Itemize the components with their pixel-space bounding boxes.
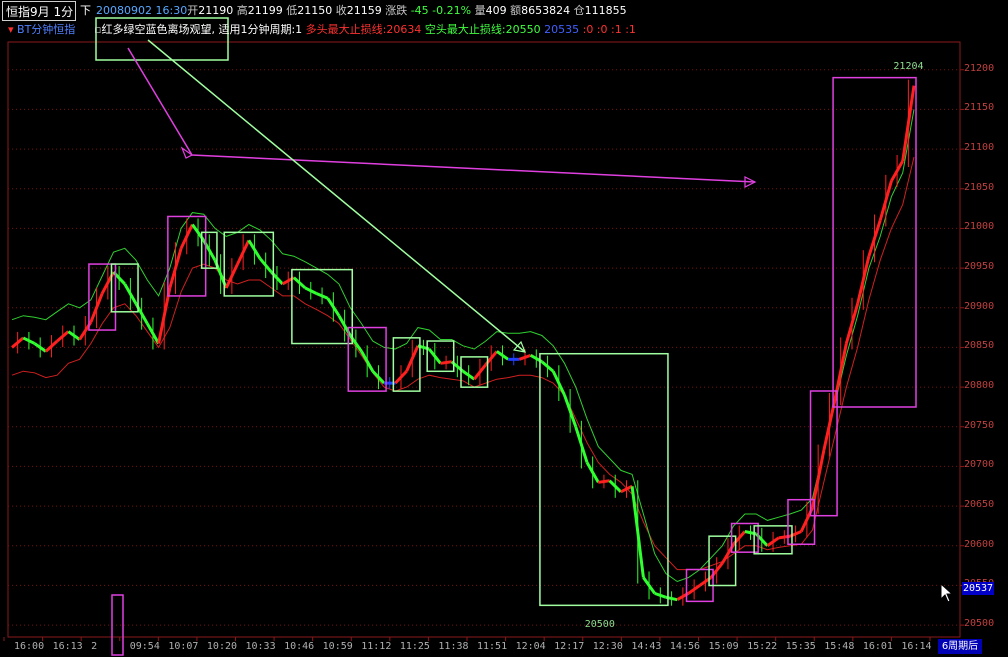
indicator-marker-icon: ▾ bbox=[8, 23, 14, 36]
marker-box bbox=[111, 594, 124, 656]
open-value: 21190 bbox=[198, 4, 234, 17]
short-region-box bbox=[291, 268, 353, 345]
change-pct: -0.21% bbox=[432, 4, 472, 17]
volume-value: 409 bbox=[485, 4, 507, 17]
x-tick-label: 16:00 bbox=[14, 641, 45, 652]
y-tick-label: 20750 bbox=[964, 419, 995, 431]
y-tick-label: 20800 bbox=[964, 380, 995, 392]
close-value: 21159 bbox=[346, 4, 382, 17]
high-label: 高 bbox=[236, 4, 248, 17]
close-label: 收 bbox=[335, 4, 347, 17]
x-tick-label: 14:43 bbox=[631, 641, 662, 652]
low-label: 低 bbox=[286, 4, 298, 17]
y-tick-label: 20500 bbox=[964, 618, 995, 630]
indicator-period: 适用1分钟周期:1 bbox=[218, 23, 303, 36]
x-tick-label: 09:54 bbox=[129, 641, 160, 652]
oi-label: 仓 bbox=[573, 4, 585, 17]
indicator-current: 20535 bbox=[544, 23, 580, 36]
period-button[interactable]: 6周期后 bbox=[938, 639, 982, 654]
short-stop-value: 20550 bbox=[505, 23, 541, 36]
x-tick-label: 15:09 bbox=[708, 641, 739, 652]
indicator-tip: 红多绿空蓝色离场观望, bbox=[101, 23, 215, 36]
indicator-flags: :0 :0 :1 :1 bbox=[582, 23, 636, 36]
x-tick-label: 14:56 bbox=[669, 641, 701, 652]
volume-label: 量 bbox=[474, 4, 486, 17]
y-tick-label: 21000 bbox=[964, 221, 995, 233]
short-stop-line bbox=[11, 109, 915, 583]
x-tick-label: 10:46 bbox=[284, 641, 315, 652]
tab-down[interactable]: 下 bbox=[80, 2, 91, 20]
change-value: -45 bbox=[410, 4, 429, 17]
y-tick-label: 20850 bbox=[964, 340, 995, 352]
value-annotation: 21204 bbox=[893, 60, 924, 72]
x-tick-label: 11:38 bbox=[438, 641, 469, 652]
amount-label: 额 bbox=[510, 4, 522, 17]
mouse-cursor-icon bbox=[940, 583, 954, 603]
x-tick-label: 12:17 bbox=[554, 641, 585, 652]
x-tick-label: 15:48 bbox=[824, 641, 855, 652]
chart-stage[interactable] bbox=[0, 0, 1008, 657]
x-tick-label: 12:04 bbox=[515, 641, 546, 652]
x-tick-label: 10:59 bbox=[322, 641, 353, 652]
x-tick-label: 2 bbox=[91, 641, 98, 652]
y-tick-label: 20950 bbox=[964, 261, 995, 273]
long-stop-label: 多头最大止损线: bbox=[305, 23, 387, 36]
quote-date: 20080902 bbox=[96, 4, 152, 17]
x-tick-label: 15:35 bbox=[785, 641, 816, 652]
x-tick-label: 11:51 bbox=[477, 641, 508, 652]
arrow-to-short-region bbox=[147, 39, 526, 353]
y-tick-label: 21200 bbox=[964, 62, 995, 74]
x-tick-label: 16:01 bbox=[862, 641, 893, 652]
x-tick-label: 11:12 bbox=[361, 641, 392, 652]
y-tick-label: 20650 bbox=[964, 499, 995, 511]
arrow-to-long-region bbox=[127, 47, 756, 183]
oi-value: 111855 bbox=[584, 4, 627, 17]
plot-frame bbox=[7, 41, 961, 638]
y-tick-label: 20700 bbox=[964, 459, 995, 471]
quote-time: 16:30 bbox=[155, 4, 188, 17]
change-label: 涨跌 bbox=[385, 4, 408, 17]
y-tick-label: 21050 bbox=[964, 181, 995, 193]
kline-chart[interactable] bbox=[0, 0, 1008, 657]
y-tick-label: 20600 bbox=[964, 538, 995, 550]
indicator-line: ▾ BT分钟恒指 bbox=[8, 22, 75, 38]
y-tick-label: 20900 bbox=[964, 300, 995, 312]
x-tick-label: 16:14 bbox=[901, 641, 932, 652]
x-tick-label: 16:13 bbox=[52, 641, 83, 652]
low-value: 21150 bbox=[297, 4, 333, 17]
x-tick-label: 11:25 bbox=[399, 641, 430, 652]
short-stop-label: 空头最大止损线: bbox=[424, 23, 506, 36]
open-label: 开 bbox=[187, 4, 199, 17]
quote-bar: 20080902 16:30开21190 高21199 低21150 收2115… bbox=[96, 2, 627, 20]
y-tick-label: 21100 bbox=[964, 142, 995, 154]
amount-value: 8653824 bbox=[521, 4, 571, 17]
short-region-box bbox=[426, 340, 455, 373]
current-price-tag: 20537 bbox=[962, 582, 994, 595]
long-stop-line bbox=[11, 156, 915, 571]
high-value: 21199 bbox=[247, 4, 283, 17]
x-tick-label: 10:20 bbox=[206, 641, 238, 652]
x-tick-label: 12:30 bbox=[592, 641, 623, 652]
x-tick-label: 10:33 bbox=[245, 641, 276, 652]
long-stop-value: 20634 bbox=[386, 23, 422, 36]
x-tick-label: 15:22 bbox=[747, 641, 778, 652]
indicator-name[interactable]: BT分钟恒指 bbox=[17, 23, 75, 36]
indicator-params: ▫红多绿空蓝色离场观望, 适用1分钟周期:1 多头最大止损线:20634 空头最… bbox=[94, 22, 636, 38]
y-tick-label: 21150 bbox=[964, 102, 995, 114]
value-annotation: 20500 bbox=[584, 619, 615, 631]
x-tick-label: 10:07 bbox=[168, 641, 199, 652]
instrument-label[interactable]: 恒指9月 1分 bbox=[2, 1, 76, 21]
